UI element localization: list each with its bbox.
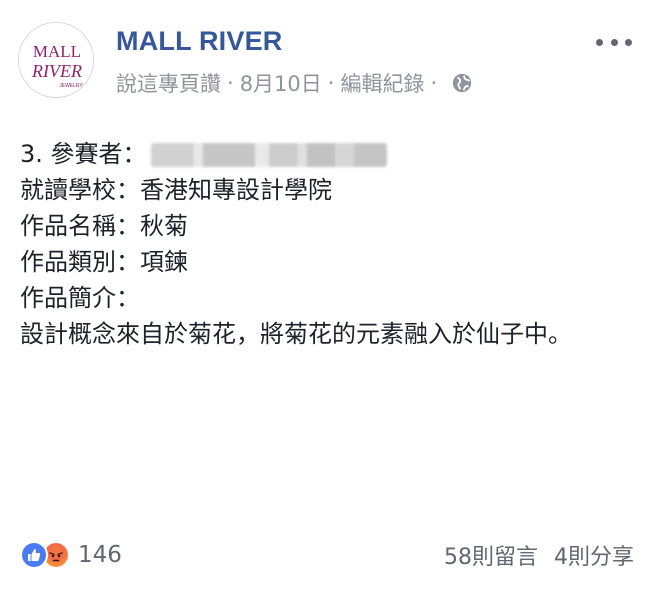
shares-count-link[interactable]: 4則分享 [554, 539, 634, 571]
svg-text:MALL: MALL [33, 42, 81, 61]
meta-separator: · [227, 71, 234, 95]
meta-separator: · [327, 71, 335, 95]
line-label: 作品類別： [20, 248, 140, 276]
reactions-summary[interactable]: 146 [20, 540, 122, 570]
comments-count-link[interactable]: 58則留言 [444, 539, 538, 571]
line-label: 作品簡介： [20, 284, 140, 312]
blurred-name [150, 143, 387, 167]
line-value: 秋菊 [140, 212, 188, 240]
post-line-school: 就讀學校：香港知專設計學院 [20, 172, 645, 208]
line-label: 就讀學校： [20, 176, 140, 204]
post-line-intro: 作品簡介： [20, 280, 645, 316]
post-line-contestant: 3. 參賽者： [20, 136, 645, 172]
meta-separator: · [430, 71, 438, 95]
line-value: 項鍊 [140, 248, 188, 276]
post-line-category: 作品類別：項鍊 [20, 244, 645, 280]
post-description: 設計概念來自於菊花，將菊花的元素融入於仙子中。 [20, 320, 572, 348]
post-text: 3. 參賽者： 就讀學校：香港知專設計學院 作品名稱：秋菊 作品類別：項鍊 作品… [20, 136, 645, 352]
more-options-icon[interactable] [596, 34, 632, 50]
line-label: 作品名稱： [20, 212, 140, 240]
post-line-title: 作品名稱：秋菊 [20, 208, 645, 244]
engagement-stats: 58則留言 4則分享 [444, 540, 634, 570]
page-name-link[interactable]: MALL RIVER [116, 26, 283, 57]
reaction-count: 146 [78, 542, 122, 568]
line-label: 3. 參賽者： [20, 140, 147, 168]
svg-text:RIVER: RIVER [31, 61, 82, 81]
post-date[interactable]: 8月10日 [240, 68, 322, 98]
page-avatar[interactable]: MALL RIVER JEWELRY [18, 22, 94, 98]
edit-history-link[interactable]: 編輯紀錄 [340, 68, 424, 98]
post-meta: 說這專頁讚 · 8月10日 · 編輯紀錄 · [116, 68, 473, 98]
line-value: 香港知專設計學院 [140, 176, 332, 204]
globe-icon[interactable] [451, 72, 473, 94]
facebook-post: MALL RIVER JEWELRY MALL RIVER 說這專頁讚 · 8月… [0, 0, 660, 592]
like-icon [20, 541, 48, 569]
mall-river-logo: MALL RIVER JEWELRY [19, 23, 93, 97]
like-page-link[interactable]: 說這專頁讚 [116, 68, 221, 98]
svg-text:JEWELRY: JEWELRY [59, 83, 83, 89]
